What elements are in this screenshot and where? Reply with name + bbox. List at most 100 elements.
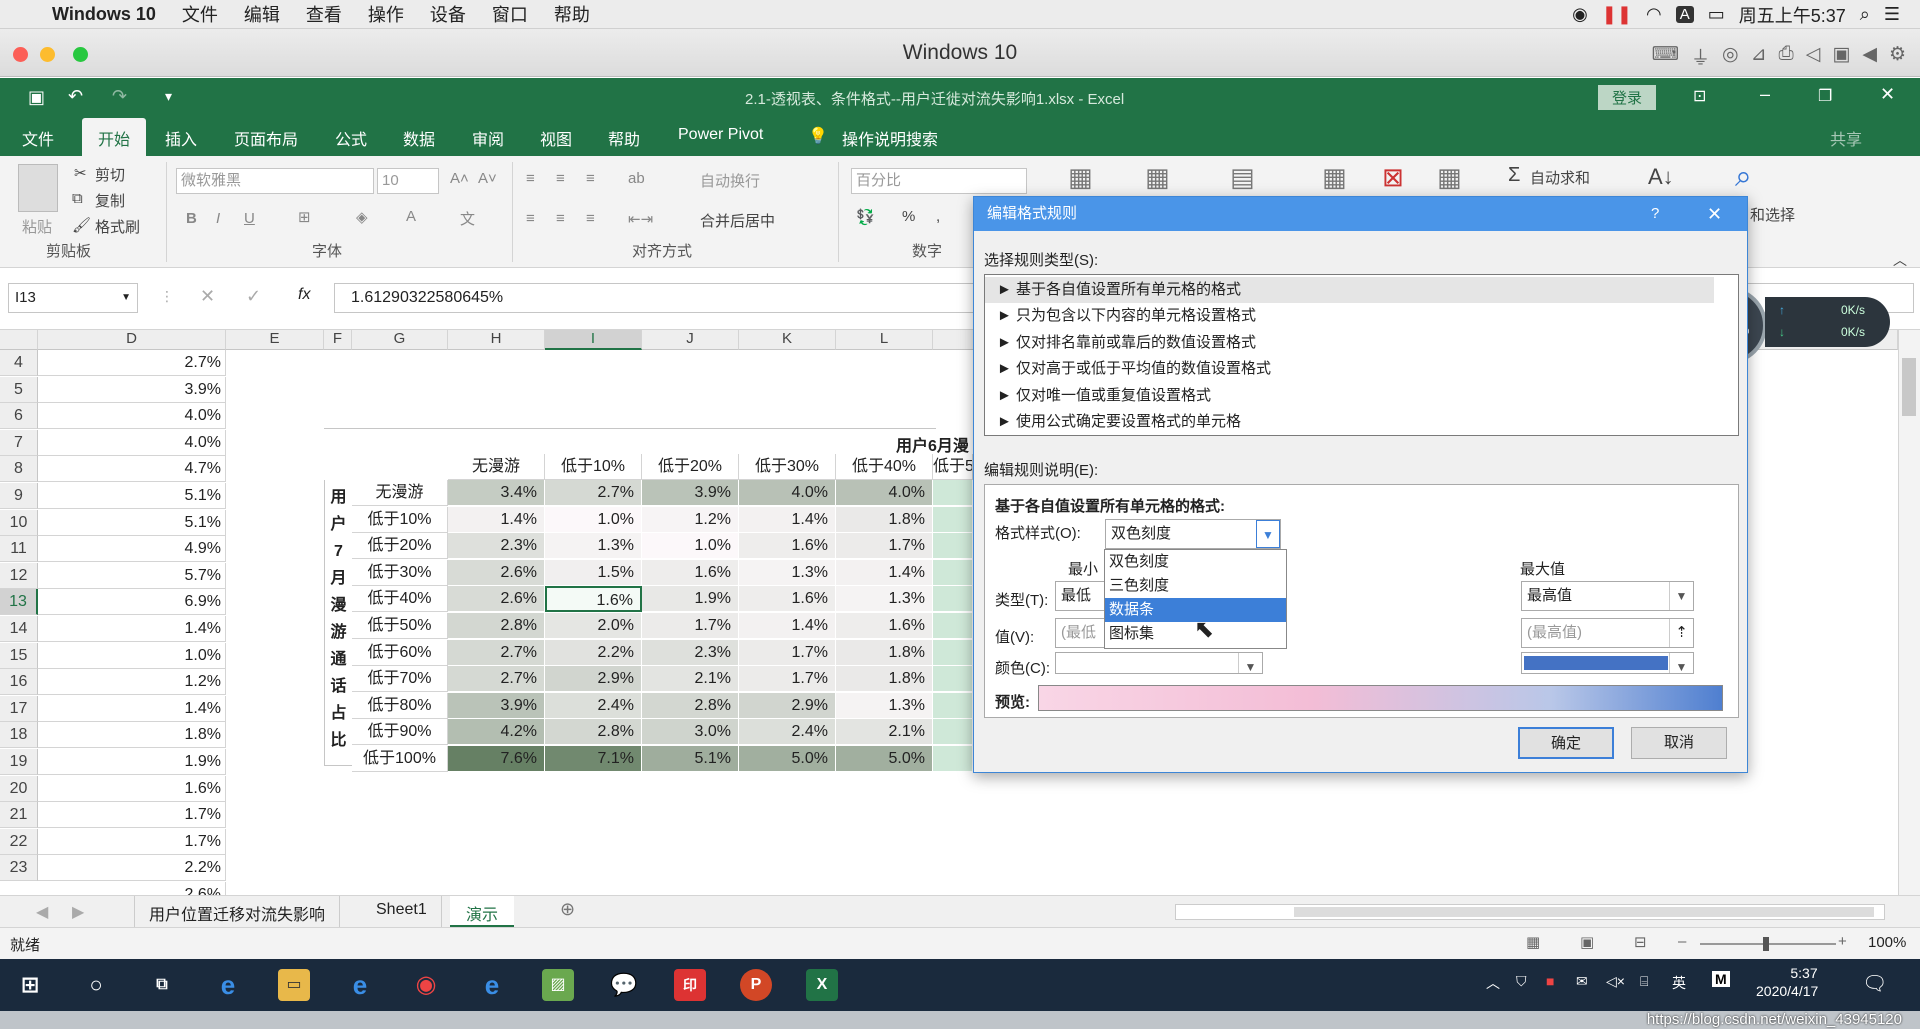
- cell[interactable]: 4.0%: [38, 429, 226, 456]
- table-cell[interactable]: 1.5%: [545, 559, 642, 586]
- table-cell-partial[interactable]: [933, 666, 973, 693]
- conditional-format-icon[interactable]: ▦: [1068, 162, 1093, 193]
- function-icon[interactable]: fx: [298, 286, 310, 304]
- cell[interactable]: 1.2%: [38, 669, 226, 696]
- grow-font-icon[interactable]: A˄: [450, 170, 469, 187]
- font-size-select[interactable]: 10: [377, 168, 439, 194]
- table-cell[interactable]: 2.7%: [448, 639, 545, 666]
- cell[interactable]: 1.4%: [38, 616, 226, 642]
- mac-menu-window[interactable]: 窗口: [492, 1, 528, 27]
- table-cell[interactable]: 1.7%: [836, 533, 933, 560]
- share-folder-icon[interactable]: ▣: [1832, 43, 1850, 70]
- wechat-tray-icon[interactable]: ✉: [1576, 973, 1588, 990]
- menu-list-icon[interactable]: ☰: [1884, 4, 1900, 25]
- font-name-select[interactable]: 微软雅黑: [176, 168, 374, 194]
- tab-page-layout[interactable]: 页面布局: [234, 126, 298, 150]
- cell[interactable]: 1.0%: [38, 642, 226, 669]
- settings-gear-icon[interactable]: ⚙: [1889, 43, 1906, 70]
- zoom-in-icon[interactable]: +: [1838, 933, 1847, 950]
- table-cell[interactable]: 2.6%: [448, 586, 545, 613]
- tab-view[interactable]: 视图: [540, 126, 572, 150]
- underline-icon[interactable]: U: [244, 210, 255, 227]
- table-row-label[interactable]: 低于60%: [352, 639, 448, 666]
- indent-icon[interactable]: ⇤⇥: [628, 210, 653, 228]
- table-cell[interactable]: 2.8%: [448, 613, 545, 639]
- close-icon[interactable]: ✕: [1880, 84, 1895, 105]
- usb-icon[interactable]: ⏚: [1691, 43, 1710, 70]
- phonetic-icon[interactable]: 文: [460, 208, 475, 229]
- table-cell[interactable]: 2.4%: [739, 719, 836, 746]
- powerpoint-icon[interactable]: P: [740, 969, 772, 1001]
- rule-type-item[interactable]: ► 基于各自值设置所有单元格的格式: [985, 277, 1714, 303]
- table-cell[interactable]: 7.6%: [448, 746, 545, 772]
- row-header[interactable]: 21: [0, 802, 38, 829]
- max-type-select[interactable]: 最高值 ▼: [1521, 581, 1694, 611]
- minimize-icon[interactable]: –: [1760, 84, 1770, 105]
- scissors-icon[interactable]: ✂: [74, 164, 87, 182]
- table-cell[interactable]: 4.0%: [836, 480, 933, 506]
- zoom-slider[interactable]: [1700, 937, 1836, 951]
- column-header-l[interactable]: L: [836, 330, 933, 350]
- table-cell[interactable]: 2.3%: [448, 533, 545, 560]
- table-cell[interactable]: 2.9%: [545, 666, 642, 693]
- excel-icon[interactable]: X: [806, 969, 838, 1001]
- table-column-header[interactable]: 低于20%: [642, 454, 739, 480]
- edge-icon[interactable]: e: [212, 969, 244, 1001]
- table-row-label[interactable]: 低于20%: [352, 533, 448, 560]
- insert-cells-icon[interactable]: ▦: [1322, 162, 1347, 193]
- sheet-tab-migration[interactable]: 用户位置迁移对流失影响: [134, 896, 341, 927]
- tab-file[interactable]: 文件: [22, 126, 54, 150]
- border-icon[interactable]: ⊞: [298, 208, 311, 226]
- table-cell[interactable]: 1.7%: [739, 639, 836, 666]
- table-cell[interactable]: 2.7%: [545, 480, 642, 506]
- align-left-icon[interactable]: ≡: [526, 210, 535, 227]
- table-column-header[interactable]: 无漫游: [448, 454, 545, 480]
- tell-me-search[interactable]: 操作说明搜索: [842, 126, 938, 150]
- volume-icon[interactable]: ◁×: [1606, 973, 1625, 990]
- row-header[interactable]: 6: [0, 403, 38, 430]
- mac-menu-help[interactable]: 帮助: [554, 1, 590, 27]
- normal-view-icon[interactable]: ▦: [1526, 933, 1540, 951]
- table-cell[interactable]: 5.1%: [642, 746, 739, 772]
- row-header[interactable]: 8: [0, 456, 38, 483]
- min-color-select[interactable]: ▼: [1055, 652, 1263, 674]
- table-cell[interactable]: 2.7%: [448, 666, 545, 693]
- sheet-tab-demo[interactable]: 演示: [450, 896, 515, 927]
- table-cell[interactable]: 2.1%: [836, 719, 933, 746]
- fill-color-icon[interactable]: ◈: [356, 208, 368, 226]
- row-header[interactable]: 19: [0, 749, 38, 775]
- format-cells-icon[interactable]: ▦: [1437, 162, 1462, 193]
- table-cell-partial[interactable]: [933, 692, 973, 719]
- table-cell[interactable]: 5.0%: [739, 746, 836, 772]
- table-cell[interactable]: 1.0%: [642, 533, 739, 560]
- cell-styles-icon[interactable]: ▤: [1230, 162, 1255, 193]
- paste-icon[interactable]: [18, 164, 58, 212]
- table-cell[interactable]: 1.9%: [642, 586, 739, 613]
- table-cell[interactable]: 2.4%: [545, 692, 642, 719]
- shield-icon[interactable]: ⛉: [1516, 973, 1527, 990]
- mac-menu-device[interactable]: 设备: [430, 1, 466, 27]
- column-header-d[interactable]: D: [38, 330, 226, 350]
- tray-chevron-icon[interactable]: ︿: [1486, 973, 1500, 993]
- ok-button[interactable]: 确定: [1518, 727, 1614, 759]
- max-value-input[interactable]: (最高值) ⇡: [1521, 618, 1694, 648]
- align-middle-icon[interactable]: ≡: [556, 170, 565, 187]
- table-column-header[interactable]: 低于5: [933, 454, 973, 480]
- wifi-icon[interactable]: ◠: [1646, 4, 1662, 25]
- autosum-button[interactable]: 自动求和: [1530, 167, 1590, 188]
- row-header[interactable]: 23: [0, 855, 38, 882]
- dropdown-option[interactable]: 双色刻度: [1105, 550, 1286, 574]
- rule-type-item[interactable]: ► 使用公式确定要设置格式的单元格: [997, 409, 1241, 435]
- task-view-icon[interactable]: ⧉: [146, 969, 178, 1001]
- windows-start-icon[interactable]: ⊞: [14, 969, 46, 1001]
- table-cell[interactable]: 1.6%: [739, 586, 836, 613]
- cell[interactable]: 1.6%: [38, 775, 226, 802]
- column-header-g[interactable]: G: [352, 330, 448, 350]
- cell[interactable]: 3.9%: [38, 376, 226, 403]
- redo-icon[interactable]: ↷: [112, 86, 127, 107]
- rule-type-item[interactable]: ► 仅对唯一值或重复值设置格式: [997, 383, 1211, 409]
- wrap-text-button[interactable]: 自动换行: [700, 170, 760, 191]
- select-all-corner[interactable]: [0, 330, 38, 350]
- row-header[interactable]: 15: [0, 642, 38, 669]
- font-color-icon[interactable]: A: [406, 208, 416, 225]
